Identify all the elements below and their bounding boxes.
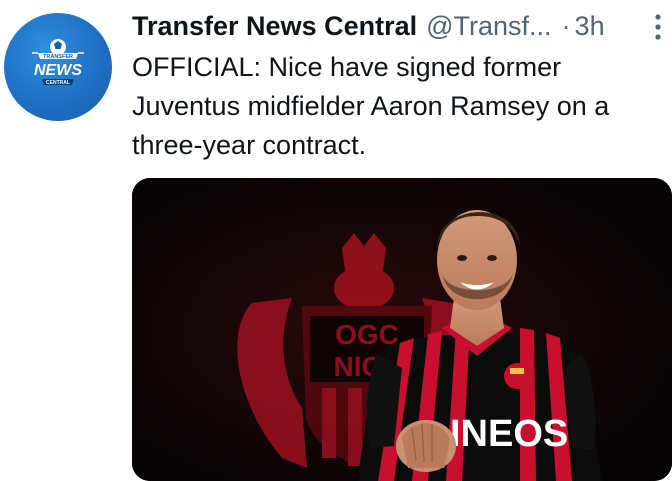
avatar-text-top: TRANSFER xyxy=(43,54,73,60)
tweet-media-image[interactable]: OGC NICE INEOS xyxy=(132,178,672,481)
tweet-header: Transfer News Central @Transf... · 3h xyxy=(132,8,605,44)
avatar[interactable]: TRANSFER NEWS CENTRAL xyxy=(4,13,112,121)
author-handle[interactable]: @Transf... xyxy=(426,11,551,42)
author-display-name[interactable]: Transfer News Central xyxy=(132,11,417,42)
tweet-text-line: OFFICIAL: Nice have signed former xyxy=(132,52,562,82)
vertical-ellipsis-icon xyxy=(655,14,661,40)
avatar-text-bottom: CENTRAL xyxy=(46,80,70,86)
tweet-text: OFFICIAL: Nice have signed former Juvent… xyxy=(132,48,662,165)
tweet-text-line: Juventus midfielder Aaron Ramsey on a xyxy=(132,91,610,121)
crest-text-ogc: OGC xyxy=(335,319,399,350)
tweet-timestamp[interactable]: 3h xyxy=(575,11,605,42)
separator-dot: · xyxy=(561,10,571,41)
jersey-sponsor-text: INEOS xyxy=(450,413,568,455)
avatar-text-main: NEWS xyxy=(34,62,82,79)
more-options-button[interactable] xyxy=(650,12,666,42)
player-photo: OGC NICE INEOS xyxy=(132,178,672,481)
transfer-news-logo: TRANSFER NEWS CENTRAL xyxy=(32,39,84,86)
tweet-text-line: three-year contract. xyxy=(132,130,367,160)
club-badge-icon xyxy=(504,363,530,389)
